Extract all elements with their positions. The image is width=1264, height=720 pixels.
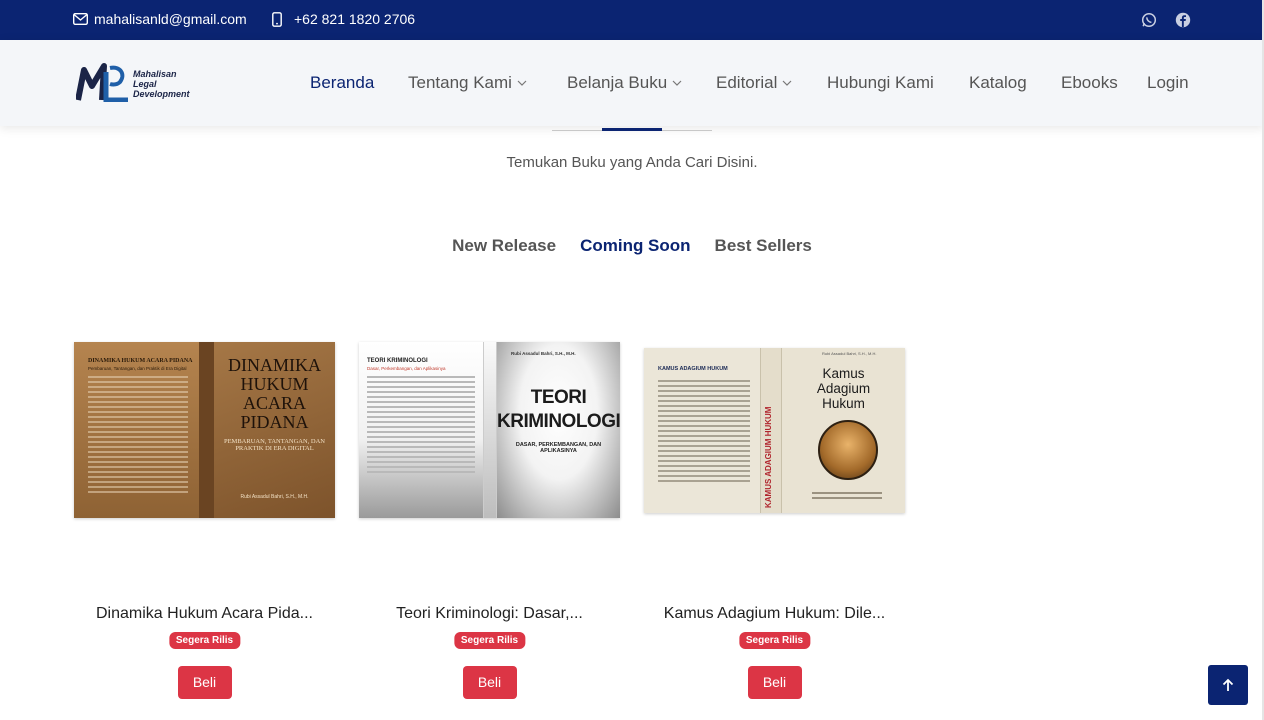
nav-katalog[interactable]: Katalog bbox=[969, 73, 1027, 93]
nav-hubungi-kami[interactable]: Hubungi Kami bbox=[827, 73, 934, 93]
logo-line-3: Development bbox=[133, 89, 190, 99]
book-card[interactable]: TEORI KRIMINOLOGI Dasar, Perkembangan, d… bbox=[359, 340, 620, 710]
book-title[interactable]: Teori Kriminologi: Dasar,... bbox=[359, 605, 620, 623]
nav-ebooks-label: Ebooks bbox=[1061, 73, 1118, 92]
cover-front-subtitle-2: APLIKASINYA bbox=[540, 448, 577, 454]
logo-text: Mahalisan Legal Development bbox=[133, 69, 190, 99]
book-cover-wrap: KAMUS ADAGIUM HUKUM KAMUS ADAGIUM HUKUM … bbox=[644, 340, 905, 520]
status-badge: Segera Rilis bbox=[168, 632, 241, 649]
cover-back: KAMUS ADAGIUM HUKUM bbox=[644, 347, 760, 513]
email-text: mahalisanld@gmail.com bbox=[94, 11, 247, 27]
cover-back-subtitle: Dasar, Perkembangan, dan Aplikasinya bbox=[367, 366, 446, 371]
book-title[interactable]: Dinamika Hukum Acara Pida... bbox=[74, 605, 335, 623]
cover-back: DINAMIKA HUKUM ACARA PIDANA Pembaruan, T… bbox=[74, 342, 199, 518]
envelope-icon bbox=[73, 13, 88, 25]
facebook-icon[interactable] bbox=[1175, 12, 1191, 28]
cover-front-line-2: HUKUM bbox=[240, 374, 309, 394]
cover-spine bbox=[483, 342, 497, 518]
nav-tentang-kami[interactable]: Tentang Kami bbox=[408, 73, 527, 93]
book-cover[interactable]: DINAMIKA HUKUM ACARA PIDANA Pembaruan, T… bbox=[74, 342, 335, 518]
chevron-down-icon bbox=[517, 80, 527, 86]
cover-front-subtitle-1: PEMBARUAN, TANTANGAN, DAN bbox=[223, 438, 326, 445]
nav-editorial[interactable]: Editorial bbox=[716, 73, 792, 93]
cover-front-line-1: TEORI bbox=[530, 387, 587, 408]
status-badge: Segera Rilis bbox=[453, 632, 526, 649]
nav-tentang-label: Tentang Kami bbox=[408, 73, 512, 92]
whatsapp-icon[interactable] bbox=[1141, 12, 1157, 28]
section-divider-accent bbox=[602, 128, 662, 131]
book-cover-wrap: DINAMIKA HUKUM ACARA PIDANA Pembaruan, T… bbox=[74, 340, 335, 520]
cover-spine-title: KAMUS ADAGIUM HUKUM bbox=[764, 406, 773, 508]
book-tabs: New Release Coming Soon Best Sellers bbox=[0, 236, 1264, 256]
nav-beranda[interactable]: Beranda bbox=[310, 73, 374, 93]
nav-beranda-label: Beranda bbox=[310, 73, 375, 92]
tab-best-sellers[interactable]: Best Sellers bbox=[715, 236, 812, 256]
main-header: Mahalisan Legal Development Beranda Tent… bbox=[0, 40, 1264, 126]
cover-author: Rubi Assadul Bahri, S.H., M.H. bbox=[240, 494, 309, 500]
top-bar: mahalisanld@gmail.com +62 821 1820 2706 bbox=[0, 0, 1264, 40]
nav-ebooks[interactable]: Ebooks bbox=[1061, 73, 1118, 93]
book-cover-wrap: TEORI KRIMINOLOGI Dasar, Perkembangan, d… bbox=[359, 340, 620, 520]
cover-author: Rubi Assadul Bahri, S.H., M.H. bbox=[822, 350, 877, 356]
cover-front-line-1: DINAMIKA bbox=[228, 355, 321, 375]
nav-belanja-label: Belanja Buku bbox=[567, 73, 668, 92]
cover-front-line-4: PIDANA bbox=[240, 412, 309, 432]
cover-front: DINAMIKA HUKUM ACARA PIDANA PEMBARUAN, T… bbox=[214, 342, 335, 518]
nav-hubungi-label: Hubungi Kami bbox=[827, 73, 934, 92]
book-cover[interactable]: TEORI KRIMINOLOGI Dasar, Perkembangan, d… bbox=[359, 342, 620, 518]
cover-front-line-1: Kamus bbox=[822, 365, 865, 381]
logo-line-1: Mahalisan bbox=[133, 69, 177, 79]
nav-login[interactable]: Login bbox=[1147, 73, 1189, 93]
book-card[interactable]: KAMUS ADAGIUM HUKUM KAMUS ADAGIUM HUKUM … bbox=[644, 340, 905, 710]
logo-line-2: Legal bbox=[133, 79, 157, 89]
back-to-top-button[interactable] bbox=[1208, 665, 1248, 705]
cover-spine: KAMUS ADAGIUM HUKUM bbox=[760, 347, 782, 513]
cover-back-text bbox=[658, 379, 750, 485]
cover-front-line-3: Hukum bbox=[822, 395, 865, 411]
status-badge: Segera Rilis bbox=[738, 632, 811, 649]
tab-new-release[interactable]: New Release bbox=[452, 236, 556, 256]
phone-contact[interactable]: +62 821 1820 2706 bbox=[272, 11, 415, 27]
cover-front-line-3: ACARA bbox=[242, 393, 306, 413]
cover-back-title: TEORI KRIMINOLOGI bbox=[367, 358, 428, 364]
cover-caption-line bbox=[812, 496, 882, 499]
tab-coming-soon[interactable]: Coming Soon bbox=[580, 236, 690, 256]
cover-author: Rubi Assadul Bahri, S.H., M.H. bbox=[511, 351, 576, 356]
cover-spine bbox=[199, 342, 214, 518]
cover-back: TEORI KRIMINOLOGI Dasar, Perkembangan, d… bbox=[359, 342, 483, 518]
chevron-down-icon bbox=[672, 80, 682, 86]
nav-belanja-buku[interactable]: Belanja Buku bbox=[567, 73, 682, 93]
buy-button[interactable]: Beli bbox=[177, 666, 232, 699]
section-subtitle: Temukan Buku yang Anda Cari Disini. bbox=[506, 154, 758, 171]
nav-login-label: Login bbox=[1147, 73, 1189, 92]
nav-katalog-label: Katalog bbox=[969, 73, 1027, 92]
buy-button[interactable]: Beli bbox=[462, 666, 517, 699]
cover-back-title: DINAMIKA HUKUM ACARA PIDANA bbox=[88, 358, 193, 364]
cover-illustration bbox=[818, 419, 878, 480]
cover-caption-line bbox=[812, 491, 882, 494]
cover-back-title: KAMUS ADAGIUM HUKUM bbox=[658, 365, 728, 372]
book-title[interactable]: Kamus Adagium Hukum: Dile... bbox=[644, 605, 905, 623]
cover-front-line-2: Adagium bbox=[816, 380, 871, 396]
phone-text: +62 821 1820 2706 bbox=[294, 11, 416, 27]
cover-front: Rubi Assadul Bahri, S.H., M.H. Kamus Ada… bbox=[782, 347, 905, 513]
cover-back-text bbox=[88, 376, 188, 496]
cover-front-line-2: KRIMINOLOGI bbox=[497, 411, 620, 432]
buy-button[interactable]: Beli bbox=[747, 666, 802, 699]
nav-editorial-label: Editorial bbox=[716, 73, 778, 92]
book-cover[interactable]: KAMUS ADAGIUM HUKUM KAMUS ADAGIUM HUKUM … bbox=[644, 347, 905, 513]
book-card[interactable]: DINAMIKA HUKUM ACARA PIDANA Pembaruan, T… bbox=[74, 340, 335, 710]
email-contact[interactable]: mahalisanld@gmail.com bbox=[73, 11, 247, 27]
cover-back-subtitle: Pembaruan, Tantangan, dan Praktik di Era… bbox=[88, 366, 187, 371]
phone-icon bbox=[272, 11, 282, 27]
cover-front: Rubi Assadul Bahri, S.H., M.H. TEORI KRI… bbox=[497, 342, 620, 518]
arrow-up-icon bbox=[1222, 678, 1234, 691]
cover-front-subtitle-2: PRAKTIK DI ERA DIGITAL bbox=[235, 445, 314, 452]
chevron-down-icon bbox=[782, 80, 792, 86]
site-logo[interactable]: Mahalisan Legal Development bbox=[76, 62, 206, 102]
cover-back-text bbox=[367, 376, 475, 476]
logo-mark bbox=[76, 63, 128, 102]
